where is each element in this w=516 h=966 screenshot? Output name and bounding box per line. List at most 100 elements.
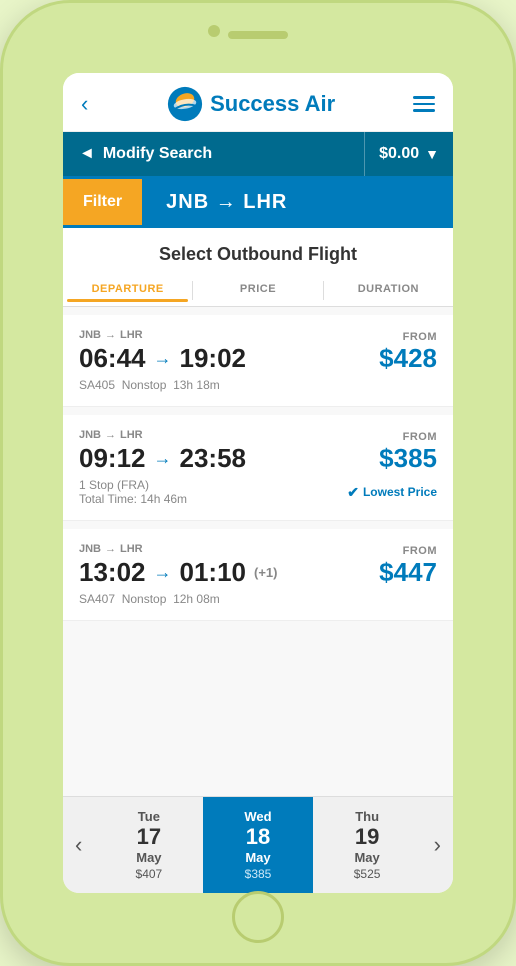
- flight-card[interactable]: JNB → LHR 13:02 → 01:10 (+1) FROM: [63, 529, 453, 621]
- flight-info-row: SA405 Nonstop 13h 18m: [79, 378, 437, 392]
- dep-time: 06:44: [79, 343, 146, 374]
- route-arrow-small: →: [105, 329, 116, 341]
- flight-dir-arrow: →: [154, 562, 172, 583]
- flight-stops: 1 Stop (FRA): [79, 478, 187, 492]
- back-button[interactable]: ‹: [81, 91, 88, 117]
- flight-times: 13:02 → 01:10 (+1): [79, 557, 379, 588]
- lowest-price-badge: ✔ Lowest Price: [347, 484, 437, 501]
- price-value: $0.00: [379, 145, 419, 163]
- to-code: LHR: [120, 429, 143, 441]
- flight-info-row: 1 Stop (FRA) Total Time: 14h 46m ✔ Lowes…: [79, 478, 437, 506]
- flight-dir-arrow: →: [154, 448, 172, 469]
- modify-search-button[interactable]: ◄ Modify Search: [63, 133, 364, 175]
- phone-speaker: [228, 31, 288, 39]
- flight-price-col: FROM $428: [379, 331, 437, 374]
- filter-button[interactable]: Filter: [63, 179, 142, 225]
- tab-departure[interactable]: DEPARTURE: [63, 275, 192, 306]
- date-item-wed[interactable]: Wed 18 May $385: [203, 797, 312, 893]
- to-code: LHR: [120, 543, 143, 555]
- dep-time: 09:12: [79, 443, 146, 474]
- date-day: Wed: [244, 809, 271, 824]
- from-code: JNB: [79, 329, 101, 341]
- flight-card[interactable]: JNB → LHR 09:12 → 23:58 FROM $385: [63, 415, 453, 521]
- date-month: May: [136, 850, 161, 865]
- logo-text: Success Air: [210, 91, 335, 117]
- phone-screen: ‹ Success Air ◄ Modify Sear: [63, 73, 453, 893]
- route-bar: Filter JNB → LHR: [63, 176, 453, 228]
- logo-area: Success Air: [166, 85, 335, 123]
- date-num: 18: [246, 824, 270, 850]
- date-num: 17: [137, 824, 161, 850]
- flight-price: $428: [379, 343, 437, 374]
- page-title: Select Outbound Flight: [63, 228, 453, 275]
- from-code: JNB: [79, 429, 101, 441]
- date-month: May: [354, 850, 379, 865]
- flight-times: 09:12 → 23:58: [79, 443, 379, 474]
- flight-price: $447: [379, 557, 437, 588]
- route-arrow-small: →: [105, 543, 116, 555]
- flight-route-row: JNB → LHR 09:12 → 23:58 FROM $385: [79, 429, 437, 474]
- menu-button[interactable]: [413, 96, 435, 112]
- route-arrow-small: →: [105, 429, 116, 441]
- date-price: $407: [136, 867, 163, 881]
- date-items: Tue 17 May $407 Wed 18 May $385 Thu 19 M…: [94, 797, 421, 893]
- logo-icon: [166, 85, 204, 123]
- date-item-tue[interactable]: Tue 17 May $407: [94, 797, 203, 893]
- flight-route-row: JNB → LHR 06:44 → 19:02 FROM $428: [79, 329, 437, 374]
- phone-home-button[interactable]: [232, 891, 284, 943]
- date-month: May: [245, 850, 270, 865]
- date-nav: ‹ Tue 17 May $407 Wed 18 May $385 Thu 19: [63, 796, 453, 893]
- arr-time: 19:02: [180, 343, 247, 374]
- flight-duration: Total Time: 14h 46m: [79, 492, 187, 506]
- flight-codes: JNB → LHR: [79, 543, 379, 555]
- date-num: 19: [355, 824, 379, 850]
- date-day: Thu: [355, 809, 379, 824]
- modify-label: Modify Search: [103, 145, 212, 163]
- flight-price-col: FROM $447: [379, 545, 437, 588]
- from-label: FROM: [379, 431, 437, 443]
- from-label: FROM: [379, 545, 437, 557]
- tab-price[interactable]: PRICE: [193, 275, 322, 306]
- main-content: Select Outbound Flight DEPARTURE PRICE D…: [63, 228, 453, 796]
- date-price: $525: [354, 867, 381, 881]
- plus-day: (+1): [254, 565, 277, 580]
- tab-duration[interactable]: DURATION: [324, 275, 453, 306]
- arr-time: 23:58: [180, 443, 247, 474]
- sort-tabs: DEPARTURE PRICE DURATION: [63, 275, 453, 307]
- route-text: JNB → LHR: [142, 191, 287, 214]
- modify-arrow-icon: ◄: [79, 145, 95, 163]
- flight-codes: JNB → LHR: [79, 429, 379, 441]
- date-price: $385: [245, 867, 272, 881]
- price-arrow-icon: ▼: [425, 146, 439, 162]
- phone-frame: ‹ Success Air ◄ Modify Sear: [0, 0, 516, 966]
- badge-label: Lowest Price: [363, 485, 437, 499]
- next-date-button[interactable]: ›: [422, 797, 453, 893]
- flight-route-row: JNB → LHR 13:02 → 01:10 (+1) FROM: [79, 543, 437, 588]
- flight-details: SA405 Nonstop 13h 18m: [79, 378, 220, 392]
- phone-camera: [208, 25, 220, 37]
- from-label: FROM: [379, 331, 437, 343]
- flight-info-row: SA407 Nonstop 12h 08m: [79, 592, 437, 606]
- date-day: Tue: [138, 809, 160, 824]
- flight-price: $385: [379, 443, 437, 474]
- flight-times: 06:44 → 19:02: [79, 343, 379, 374]
- price-filter-button[interactable]: $0.00 ▼: [365, 133, 453, 175]
- from-code: JNB: [79, 543, 101, 555]
- flight-left: JNB → LHR 13:02 → 01:10 (+1): [79, 543, 379, 588]
- flight-details: SA407 Nonstop 12h 08m: [79, 592, 220, 606]
- flight-left: JNB → LHR 09:12 → 23:58: [79, 429, 379, 474]
- flight-stop-info: 1 Stop (FRA) Total Time: 14h 46m: [79, 478, 187, 506]
- flight-codes: JNB → LHR: [79, 329, 379, 341]
- dep-time: 13:02: [79, 557, 146, 588]
- flight-dir-arrow: →: [154, 348, 172, 369]
- flight-card[interactable]: JNB → LHR 06:44 → 19:02 FROM $428: [63, 315, 453, 407]
- modify-bar: ◄ Modify Search $0.00 ▼: [63, 132, 453, 176]
- date-item-thu[interactable]: Thu 19 May $525: [313, 797, 422, 893]
- flight-left: JNB → LHR 06:44 → 19:02: [79, 329, 379, 374]
- to-code: LHR: [120, 329, 143, 341]
- app-header: ‹ Success Air: [63, 73, 453, 132]
- arr-time: 01:10: [180, 557, 247, 588]
- flight-price-col: FROM $385: [379, 431, 437, 474]
- prev-date-button[interactable]: ‹: [63, 797, 94, 893]
- check-icon: ✔: [347, 484, 359, 501]
